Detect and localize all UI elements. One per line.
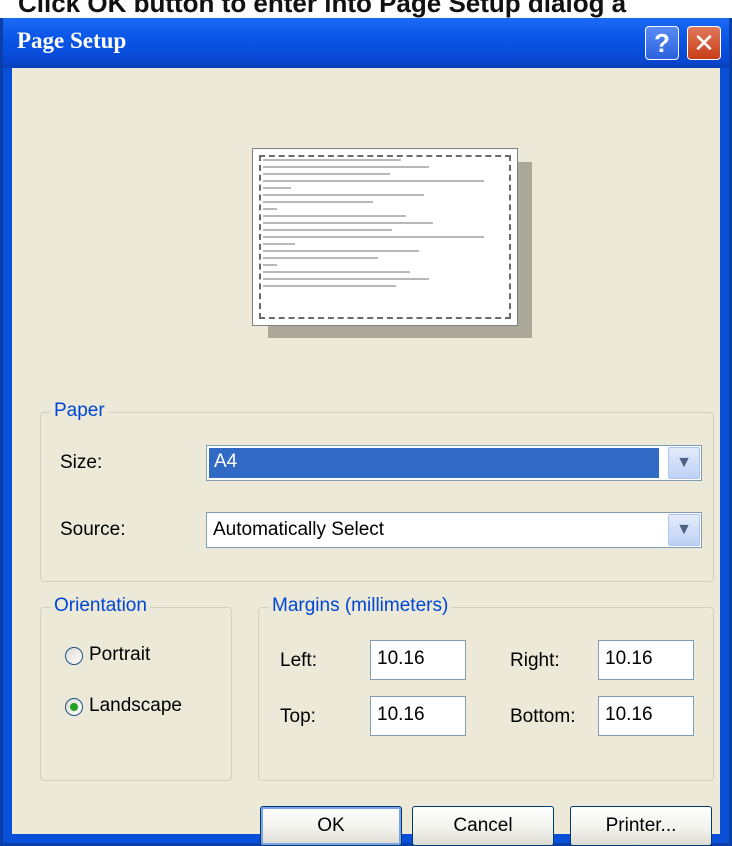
radio-selected-dot [70,703,78,711]
cancel-button[interactable]: Cancel [412,806,554,846]
right-margin-input[interactable]: 10.16 [598,640,694,680]
source-select[interactable]: Automatically Select ▼ [206,512,702,548]
close-icon: ✕ [693,27,715,58]
chevron-down-icon[interactable]: ▼ [668,514,700,546]
paper-group: Paper [40,400,714,582]
page-setup-dialog: Page Setup ? ✕ Paper Size: A4 ▼ Source: … [0,18,732,846]
page-preview [252,148,518,326]
preview-text-lines [263,159,493,292]
left-margin-label: Left: [280,650,317,671]
source-label: Source: [60,519,126,540]
portrait-label[interactable]: Portrait [89,644,150,666]
size-label: Size: [60,452,103,473]
top-margin-label: Top: [280,706,316,727]
landscape-radio[interactable] [65,698,83,716]
size-select-value: A4 [209,448,659,478]
left-margin-input[interactable]: 10.16 [370,640,466,680]
dialog-client-area: Paper Size: A4 ▼ Source: Automatically S… [12,68,720,846]
ok-button[interactable]: OK [260,806,402,846]
source-select-value: Automatically Select [213,519,385,540]
help-button[interactable]: ? [645,26,679,60]
dialog-title: Page Setup [17,28,127,53]
close-button[interactable]: ✕ [687,26,721,60]
margins-group-label: Margins (millimeters) [269,595,452,617]
right-margin-label: Right: [510,650,560,671]
orientation-group: Orientation [40,595,232,781]
help-icon: ? [654,27,670,58]
bottom-margin-label: Bottom: [510,706,576,727]
size-select[interactable]: A4 ▼ [206,445,702,481]
orientation-group-label: Orientation [51,595,150,617]
chevron-down-icon[interactable]: ▼ [668,447,700,479]
margins-group: Margins (millimeters) [258,595,714,781]
title-bar[interactable]: Page Setup ? ✕ [3,18,729,68]
portrait-radio[interactable] [65,647,83,665]
printer-button[interactable]: Printer... [570,806,712,846]
paper-group-label: Paper [51,400,108,422]
landscape-label[interactable]: Landscape [89,695,182,717]
top-margin-input[interactable]: 10.16 [370,696,466,736]
bottom-margin-input[interactable]: 10.16 [598,696,694,736]
instruction-caption: Click OK button to enter into Page Setup… [18,0,627,18]
